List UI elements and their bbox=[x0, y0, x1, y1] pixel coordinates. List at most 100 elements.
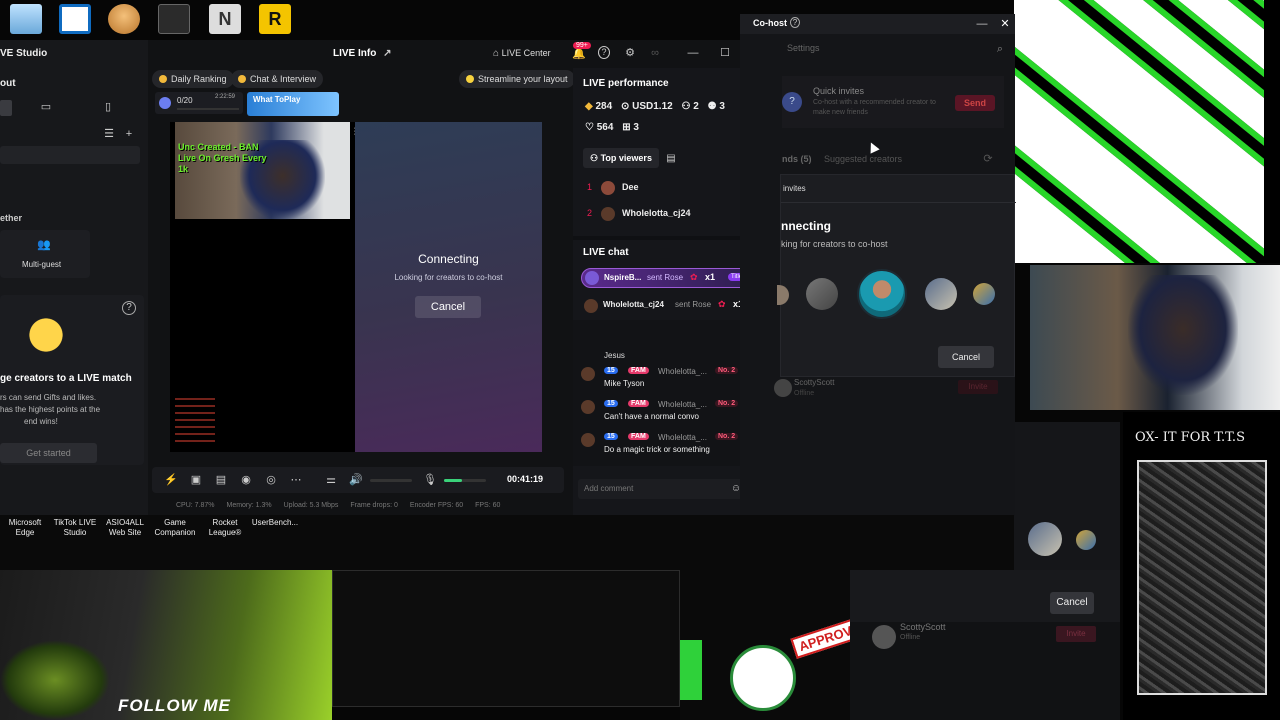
settings-gear-icon[interactable]: ⚙ bbox=[623, 46, 637, 60]
friend-invite-button[interactable]: Invite bbox=[958, 380, 998, 394]
cohost-title: Co-host bbox=[753, 18, 787, 28]
rose-icon: ✿ bbox=[718, 299, 726, 309]
speaker-volume-slider[interactable] bbox=[370, 479, 412, 482]
cohost-titlebar: Co-host ? — ✕ bbox=[740, 14, 1015, 34]
quick-invites-desc: Co-host with a recommended creator to ma… bbox=[813, 99, 936, 116]
add-comment-input[interactable]: Add comment ☺ bbox=[578, 479, 746, 499]
layout-option-2-icon[interactable]: ▭ bbox=[38, 100, 54, 114]
live-info-title[interactable]: LIVE Info ↗ bbox=[333, 47, 392, 61]
cohost-help-icon[interactable]: ? bbox=[790, 17, 800, 28]
memory-stat: Memory: 1.3% bbox=[226, 502, 272, 509]
game-icon[interactable] bbox=[158, 4, 190, 34]
chat-user-avatar bbox=[581, 400, 595, 414]
get-started-button[interactable]: Get started bbox=[0, 443, 97, 463]
app-title: VE Studio bbox=[0, 48, 48, 59]
usd-icon: ⊙ bbox=[620, 101, 630, 112]
record-icon[interactable]: ◉ bbox=[239, 473, 253, 487]
microphone-icon[interactable]: 🎙 bbox=[423, 473, 437, 487]
shortcut-label: UserBench... bbox=[251, 518, 299, 527]
recycle-bin-icon[interactable] bbox=[10, 4, 42, 34]
link-icon[interactable]: ∞ bbox=[648, 46, 662, 60]
viewers-list-icon[interactable]: ▤ bbox=[665, 152, 677, 166]
viewer-name: Dee bbox=[622, 182, 639, 192]
cohost-cancel-button[interactable]: Cancel bbox=[938, 346, 994, 368]
encoder-fps-stat: Encoder FPS: 60 bbox=[409, 502, 464, 509]
chat-user-avatar bbox=[581, 433, 595, 447]
shortcut-rocket-league[interactable]: Rocket League® bbox=[200, 518, 250, 538]
scene-source-item[interactable] bbox=[0, 146, 140, 164]
quick-invites-send-button[interactable]: Send bbox=[955, 95, 995, 111]
magic-wand-icon[interactable]: ⚡ bbox=[164, 473, 178, 487]
cohost-connecting-dialog: invites nnecting king for creators to co… bbox=[777, 174, 1016, 377]
live-center-button[interactable]: ⌂ LIVE Center bbox=[493, 47, 551, 61]
help-circle-icon[interactable]: ? bbox=[598, 46, 610, 59]
speaker-icon[interactable]: 🔊 bbox=[349, 473, 363, 487]
camera-icon[interactable]: ◎ bbox=[264, 473, 278, 487]
gift-sender-avatar bbox=[584, 299, 598, 313]
shortcut-userbench[interactable]: UserBench... bbox=[250, 518, 300, 528]
cohost-minimize-icon[interactable]: — bbox=[976, 17, 988, 31]
connecting-cancel-button[interactable]: Cancel bbox=[415, 296, 481, 318]
cohost-search-icon[interactable]: ⌕ bbox=[994, 42, 1006, 56]
gifts-value: 3 bbox=[633, 122, 639, 133]
list-icon[interactable]: ☰ bbox=[102, 127, 116, 141]
app-blue-icon[interactable] bbox=[59, 4, 91, 34]
chat-interview-tab[interactable]: Chat & Interview bbox=[231, 70, 324, 88]
top-viewers-tab[interactable]: ⚇ Top viewers bbox=[583, 148, 659, 168]
multi-guest-icon: 👥 bbox=[37, 239, 51, 251]
goal-bar[interactable]: 0/20 2:22:59 bbox=[155, 92, 243, 114]
bottom-art-middle bbox=[332, 570, 680, 707]
bowl-icon[interactable] bbox=[108, 4, 140, 34]
shortcut-tiktok-studio[interactable]: TikTok LIVE Studio bbox=[50, 518, 100, 538]
notification-bell-icon[interactable]: 🔔 bbox=[572, 47, 586, 61]
layout-option-1[interactable] bbox=[0, 100, 12, 116]
shortcut-game-companion[interactable]: Game Companion bbox=[150, 518, 200, 538]
what-to-play-sticker[interactable]: What ToPlay bbox=[247, 92, 339, 116]
usd-value: USD1.12 bbox=[632, 101, 673, 112]
rockstar-icon[interactable]: R bbox=[259, 4, 291, 34]
shortcut-asio4all[interactable]: ASIO4ALL Web Site bbox=[100, 518, 150, 538]
scene-icon[interactable]: ▤ bbox=[214, 473, 228, 487]
fps-stat: FPS: 60 bbox=[475, 502, 501, 509]
chat-username: Wholelotta_... bbox=[658, 400, 707, 409]
connecting-panel: Connecting Looking for creators to co-ho… bbox=[355, 122, 542, 452]
cohost-close-icon[interactable]: ✕ bbox=[999, 17, 1011, 31]
shortcut-edge[interactable]: Microsoft Edge bbox=[0, 518, 50, 538]
ghost-user-status: Offline bbox=[900, 634, 921, 641]
viewer-rank: 1 bbox=[587, 182, 593, 192]
shortcut-label: Rocket bbox=[212, 518, 238, 527]
bottom-art-left: FOLLOW ME bbox=[0, 570, 332, 720]
adjust-icon[interactable]: ⚌ bbox=[324, 473, 338, 487]
kfc-logo bbox=[730, 645, 796, 711]
cohost-settings-tab[interactable]: Settings bbox=[787, 43, 820, 53]
chat-text: Do a magic trick or something bbox=[604, 445, 710, 454]
layout-option-3-icon[interactable]: ▯ bbox=[100, 100, 116, 114]
gift-sender-avatar bbox=[585, 271, 599, 285]
stats-bar: CPU: 7.87% Memory: 1.3% Upload: 5.3 Mbps… bbox=[176, 502, 576, 514]
friend-row[interactable]: ScottyScott Offline Invite bbox=[774, 376, 1010, 404]
share-icon[interactable]: ↗ bbox=[383, 47, 391, 61]
minimize-icon[interactable]: — bbox=[686, 46, 700, 60]
refresh-icon[interactable]: ⟳ bbox=[982, 152, 994, 166]
fam-badge: FAM bbox=[628, 433, 649, 440]
stream-overlay-right: OX- IT FOR T.T.S bbox=[1123, 412, 1280, 720]
layout-icon[interactable]: ▣ bbox=[189, 473, 203, 487]
mic-volume-slider[interactable] bbox=[444, 479, 486, 482]
tab-friends[interactable]: nds (5) bbox=[782, 154, 812, 164]
multi-guest-card[interactable]: 👥 Multi-guest bbox=[0, 230, 90, 278]
ghost-user-name: ScottyScott bbox=[900, 622, 946, 632]
daily-ranking-tab[interactable]: Daily Ranking bbox=[152, 70, 234, 88]
maximize-icon[interactable]: ☐ bbox=[718, 46, 732, 60]
streamline-layout-tab[interactable]: Streamline your layout bbox=[459, 70, 575, 88]
promo-desc-1: rs can send Gifts and likes. bbox=[0, 393, 97, 402]
quick-invites-title: Quick invites bbox=[813, 86, 865, 96]
shortcut-label: Edge bbox=[15, 528, 35, 537]
tab-suggested-creators[interactable]: Suggested creators bbox=[824, 154, 902, 164]
upload-stat: Upload: 5.3 Mbps bbox=[283, 502, 339, 509]
notification-count-badge: 99+ bbox=[573, 42, 591, 49]
nvidia-icon[interactable]: N bbox=[209, 4, 241, 34]
help-icon[interactable]: ? bbox=[122, 301, 136, 315]
creator-avatar bbox=[777, 285, 789, 305]
more-icon[interactable]: ⋯ bbox=[289, 473, 303, 487]
add-icon[interactable]: + bbox=[122, 127, 136, 141]
